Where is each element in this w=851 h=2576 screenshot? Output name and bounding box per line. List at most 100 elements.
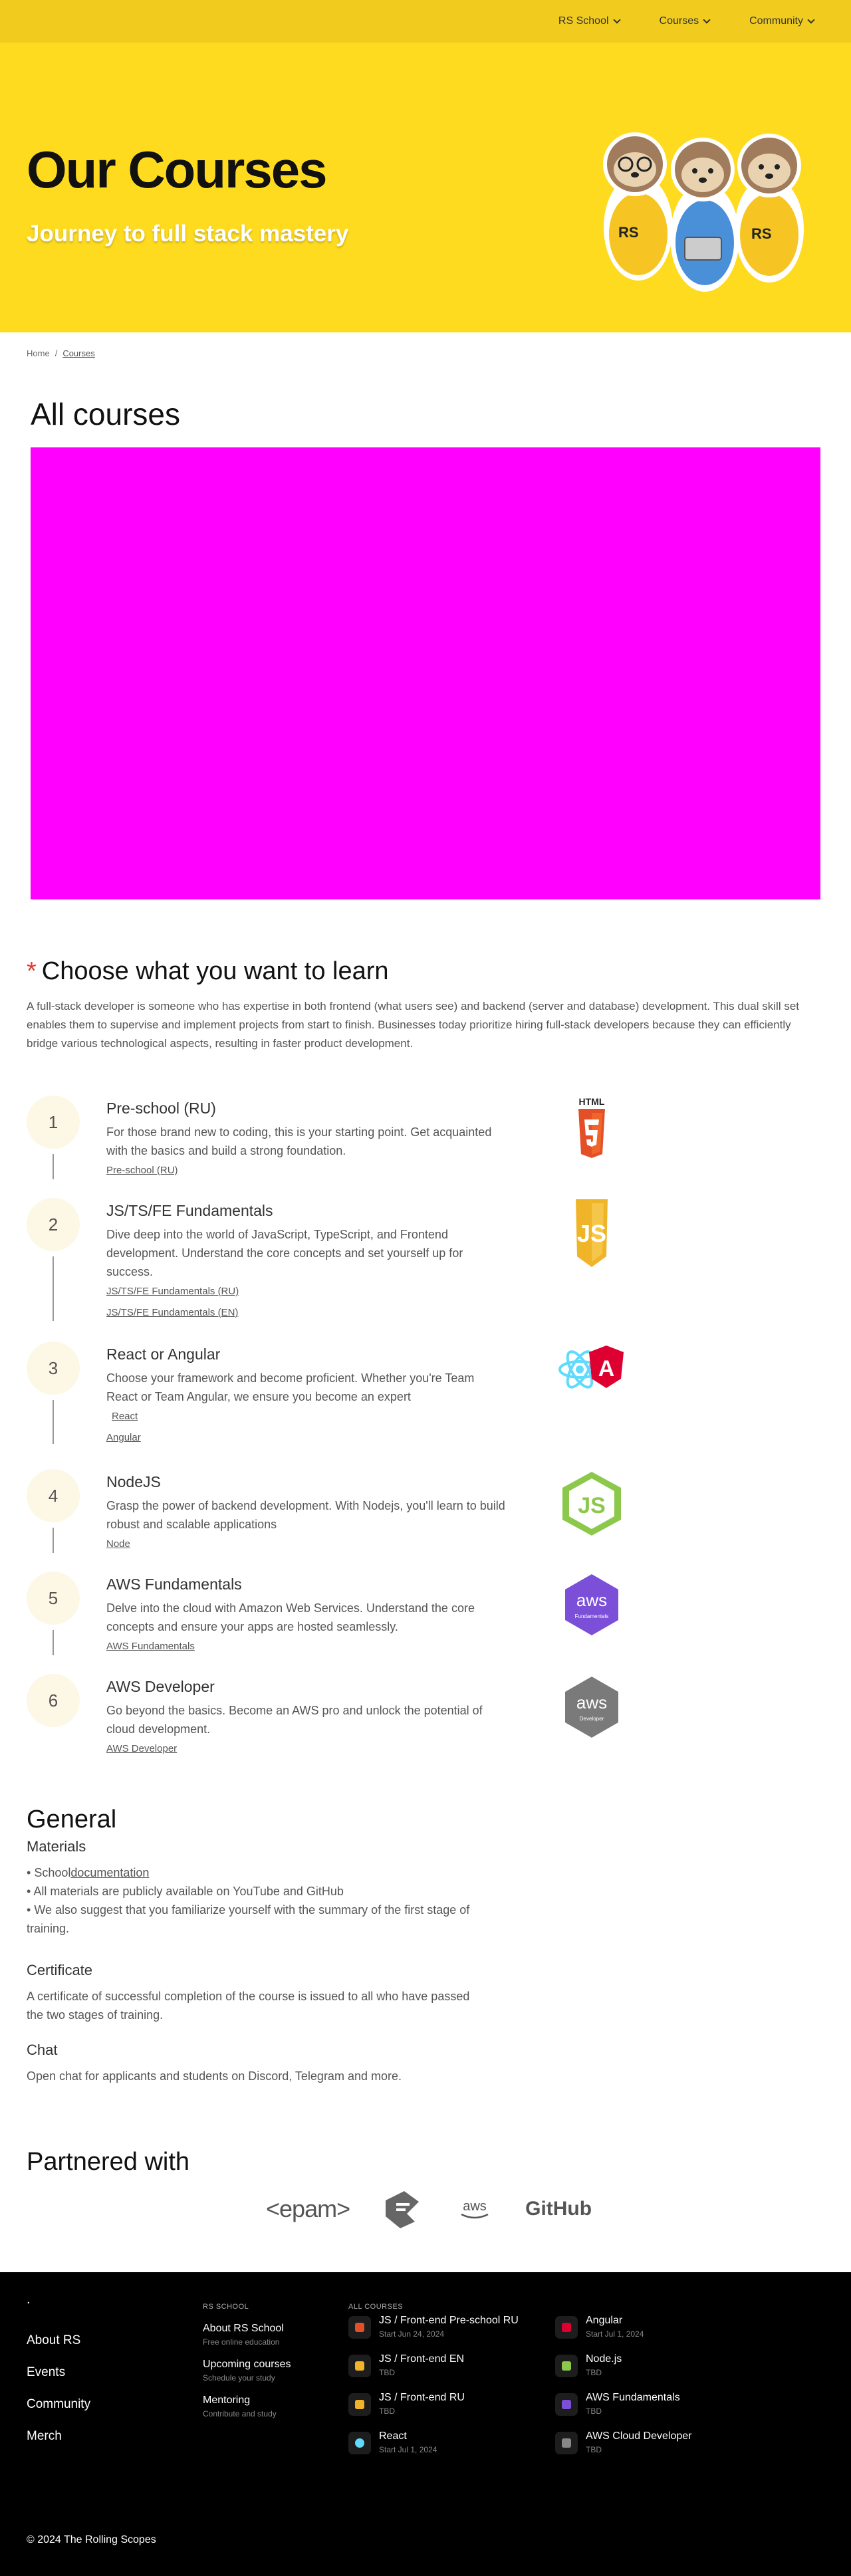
nodejs-icon: JS [562, 1472, 621, 1536]
course-icon [348, 2355, 371, 2377]
partners-title: Partnered with [27, 2148, 190, 2176]
footer-course-item[interactable]: JS / Front-end EN TBD [348, 2353, 464, 2377]
footer-logo[interactable]: . [27, 2292, 31, 2307]
chevron-down-icon [703, 16, 711, 24]
top-nav: RS School Courses Community [0, 0, 851, 43]
github-logo[interactable]: GitHub [525, 2198, 592, 2220]
page-title: All courses [31, 397, 180, 431]
svg-text:aws: aws [463, 2199, 487, 2214]
aws-fundamentals-icon: aws Fundamentals [565, 1574, 618, 1635]
js-icon: JS [576, 1199, 608, 1267]
course-link[interactable]: AWS Fundamentals [106, 1639, 505, 1655]
course-number: 4 [27, 1469, 80, 1522]
course-title: NodeJS [106, 1473, 161, 1490]
footer-course-item[interactable]: JS / Front-end RU TBD [348, 2392, 465, 2416]
breadcrumb-current[interactable]: Courses [62, 348, 94, 358]
list-item: All materials are publicly available on … [27, 1882, 479, 1901]
course-description: Dive deep into the world of JavaScript, … [106, 1228, 463, 1278]
course-number: 3 [27, 1342, 80, 1395]
footer-course-item[interactable]: JS / Front-end Pre-school RU Start Jun 24… [348, 2315, 519, 2339]
footer-rs-item[interactable]: Mentoring Contribute and study [203, 2395, 291, 2418]
course-description: Choose your framework and become profici… [106, 1371, 475, 1403]
svg-text:JS: JS [577, 1220, 606, 1247]
footer-course-item[interactable]: AWS Fundamentals TBD [555, 2392, 680, 2416]
footer-course-item[interactable]: Node.js TBD [555, 2353, 622, 2377]
course-link[interactable]: JS/TS/FE Fundamentals (RU) [106, 1284, 505, 1300]
breadcrumb-home[interactable]: Home [27, 348, 50, 358]
course-link[interactable]: JS/TS/FE Fundamentals (EN) [106, 1305, 505, 1321]
footer-section-title: RS SCHOOL [203, 2303, 249, 2311]
timeline-line [53, 1400, 54, 1444]
breadcrumb: Home / Courses [27, 348, 95, 358]
timeline-line [53, 1256, 54, 1321]
chat-title: Chat [27, 2042, 58, 2058]
nav-rs-school[interactable]: RS School [558, 15, 621, 27]
footer-link-community[interactable]: Community [27, 2397, 90, 2412]
chevron-down-icon [807, 16, 815, 24]
course-number: 1 [27, 1096, 80, 1149]
intro-text: A full-stack developer is someone who ha… [27, 1000, 799, 1050]
footer-rs-item[interactable]: About RS School Free online education [203, 2323, 291, 2347]
react-angular-icon: A [558, 1346, 624, 1389]
list-item: We also suggest that you familiarize you… [27, 1901, 479, 1938]
footer-rs-school: RS SCHOOL About RS School Free online edu… [203, 2303, 291, 2418]
course-number: 5 [27, 1572, 80, 1625]
course-link[interactable]: AWS Developer [106, 1741, 505, 1757]
section-title-choose: * Choose what you want to learn [27, 957, 389, 985]
footer-rs-item[interactable]: Upcoming courses Schedule your study [203, 2359, 291, 2383]
timeline-line [53, 1154, 54, 1179]
hero: Our Courses Journey to full stack master… [0, 43, 851, 332]
asterisk-icon: * [27, 957, 37, 985]
partner-logo[interactable] [380, 2187, 424, 2231]
course-icon [555, 2393, 578, 2416]
aws-logo[interactable]: aws [455, 2196, 495, 2222]
svg-text:A: A [598, 1356, 615, 1381]
certificate-text: A certificate of successful completion o… [27, 1990, 470, 2022]
course-icon [555, 2355, 578, 2377]
aws-developer-icon: aws Developer [565, 1677, 618, 1738]
footer-course-item[interactable]: Angular Start Jul 1, 2024 [555, 2315, 644, 2339]
course-icon [555, 2316, 578, 2339]
documentation-link[interactable]: documentation [70, 1866, 149, 1879]
svg-text:aws: aws [576, 1693, 607, 1712]
course-title: AWS Fundamentals [106, 1576, 242, 1593]
svg-text:RS: RS [618, 224, 639, 241]
nav-community[interactable]: Community [749, 15, 815, 27]
footer-section-title: ALL COURSES [348, 2303, 404, 2311]
course-icon [348, 2393, 371, 2416]
course-description: Grasp the power of backend development. … [106, 1499, 505, 1531]
materials-title: Materials [27, 1838, 86, 1855]
copyright: © 2024 The Rolling Scopes [27, 2534, 156, 2545]
page-hero-subtitle: Journey to full stack mastery [27, 221, 349, 247]
course-number: 2 [27, 1198, 80, 1251]
svg-text:Developer: Developer [580, 1716, 604, 1722]
chevron-down-icon [612, 16, 621, 24]
timeline-line [53, 1630, 54, 1655]
sloth-mascots-image: RS RS [603, 132, 804, 292]
svg-text:aws: aws [576, 1590, 607, 1610]
course-description: Go beyond the basics. Become an AWS pro … [106, 1704, 483, 1736]
course-title: AWS Developer [106, 1678, 215, 1695]
course-link[interactable]: React [112, 1409, 505, 1425]
video-placeholder[interactable] [31, 447, 820, 899]
course-link[interactable]: Pre-school (RU) [106, 1163, 505, 1179]
nav-courses[interactable]: Courses [660, 15, 711, 27]
footer-course-item[interactable]: React Start Jul 1, 2024 [348, 2430, 437, 2454]
materials-list: Schooldocumentation All materials are pu… [27, 1863, 479, 1938]
footer-course-item[interactable]: AWS Cloud Developer TBD [555, 2430, 691, 2454]
general-title: General [27, 1806, 117, 1833]
footer-link-about[interactable]: About RS [27, 2333, 90, 2348]
course-title: Pre-school (RU) [106, 1100, 216, 1117]
course-title: JS/TS/FE Fundamentals [106, 1202, 273, 1219]
epam-logo[interactable]: <epam> [266, 2195, 350, 2223]
general-section: General Materials Schooldocumentation Al… [27, 1806, 479, 2085]
course-icon [555, 2432, 578, 2454]
svg-text:Fundamentals: Fundamentals [575, 1613, 609, 1619]
footer-link-merch[interactable]: Merch [27, 2429, 90, 2444]
footer-link-events[interactable]: Events [27, 2365, 90, 2380]
course-link[interactable]: Node [106, 1536, 505, 1552]
certificate-title: Certificate [27, 1962, 93, 1978]
breadcrumb-separator: / [55, 348, 58, 358]
course-link[interactable]: Angular [106, 1430, 505, 1446]
course-description: For those brand new to coding, this is y… [106, 1125, 492, 1157]
